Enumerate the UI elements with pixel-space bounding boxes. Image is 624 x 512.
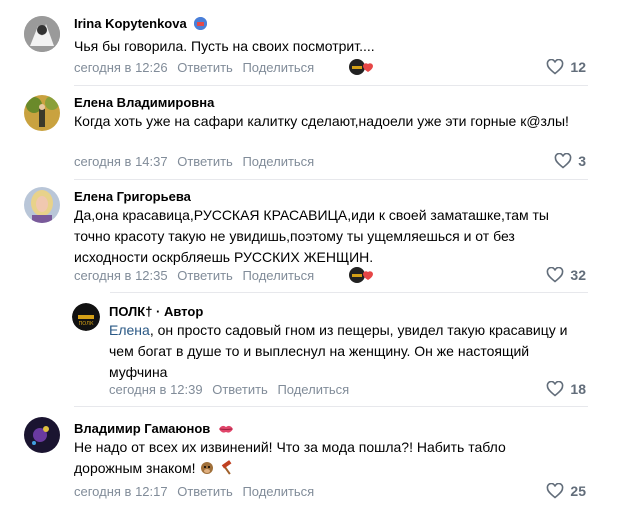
heart-icon bbox=[547, 381, 564, 397]
comment-text: Да,она красавица,РУССКАЯ КРАСАВИЦА,иди к… bbox=[74, 207, 549, 265]
like-button[interactable]: 25 bbox=[546, 483, 586, 499]
comment-text: Чья бы говорила. Пусть на своих посмотри… bbox=[74, 38, 375, 54]
comment-author[interactable]: Елена Григорьева bbox=[74, 189, 191, 204]
share-button[interactable]: Поделиться bbox=[242, 484, 314, 499]
lips-icon bbox=[218, 422, 234, 437]
reply-button[interactable]: Ответить bbox=[177, 268, 233, 283]
comment-meta: сегодня в 14:37 Ответить Поделиться bbox=[74, 154, 320, 169]
comment-time[interactable]: сегодня в 12:35 bbox=[74, 268, 168, 283]
comment-time[interactable]: сегодня в 12:26 bbox=[74, 60, 168, 75]
mention-link[interactable]: Елена bbox=[109, 322, 150, 338]
comment-author[interactable]: ПОЛК† · Автор bbox=[109, 304, 203, 319]
svg-text:ПОЛК: ПОЛК bbox=[78, 321, 93, 327]
comment-time[interactable]: сегодня в 12:17 bbox=[74, 484, 168, 499]
like-count: 32 bbox=[570, 267, 586, 283]
comment-time[interactable]: сегодня в 14:37 bbox=[74, 154, 168, 169]
like-button[interactable]: 12 bbox=[546, 59, 586, 75]
reply-button[interactable]: Ответить bbox=[177, 154, 233, 169]
share-button[interactable]: Поделиться bbox=[242, 60, 314, 75]
comment-text: Не надо от всех их извинений! Что за мод… bbox=[74, 437, 544, 482]
avatar[interactable] bbox=[24, 16, 60, 52]
comment-meta: сегодня в 12:39 Ответить Поделиться bbox=[109, 382, 355, 397]
comment-text: Когда хоть уже на сафари калитку сделают… bbox=[74, 113, 569, 129]
comment-author[interactable]: Irina Kopytenkova bbox=[74, 16, 208, 31]
avatar-badge-icon bbox=[194, 17, 208, 30]
like-count: 25 bbox=[570, 483, 586, 499]
divider bbox=[74, 406, 588, 407]
like-count: 12 bbox=[570, 59, 586, 75]
heart-icon bbox=[547, 483, 564, 499]
divider bbox=[74, 179, 588, 180]
comment-body: , он просто садовый гном из пещеры, увид… bbox=[109, 322, 568, 380]
divider bbox=[110, 292, 588, 293]
heart-icon bbox=[554, 153, 572, 169]
comment-time[interactable]: сегодня в 12:39 bbox=[109, 382, 203, 397]
comment-body: Не надо от всех их извинений! Что за мод… bbox=[74, 439, 506, 476]
avatar[interactable] bbox=[24, 417, 60, 453]
author-name[interactable]: Владимир Гамаюнов bbox=[74, 421, 210, 436]
share-button[interactable]: Поделиться bbox=[277, 382, 349, 397]
avatar[interactable] bbox=[24, 95, 60, 131]
reply-button[interactable]: Ответить bbox=[212, 382, 268, 397]
comment-meta: сегодня в 12:35 Ответить Поделиться bbox=[74, 268, 320, 283]
heart-icon bbox=[547, 59, 564, 75]
like-button[interactable]: 3 bbox=[554, 153, 586, 169]
comment-text: Елена, он просто садовый гном из пещеры,… bbox=[109, 320, 587, 383]
author-role: · Автор bbox=[152, 304, 204, 319]
like-count: 3 bbox=[578, 153, 586, 169]
heart-icon bbox=[547, 267, 564, 283]
reaction-avatar-icon[interactable] bbox=[348, 266, 376, 284]
avatar[interactable] bbox=[24, 187, 60, 223]
monkey-icon bbox=[199, 460, 215, 482]
comment-meta: сегодня в 12:26 Ответить Поделиться bbox=[74, 60, 320, 75]
like-button[interactable]: 32 bbox=[546, 267, 586, 283]
divider bbox=[74, 85, 588, 86]
avatar[interactable]: ПОЛК bbox=[72, 303, 100, 331]
reply-button[interactable]: Ответить bbox=[177, 60, 233, 75]
like-count: 18 bbox=[570, 381, 586, 397]
like-button[interactable]: 18 bbox=[546, 381, 586, 397]
hammer-icon bbox=[219, 460, 235, 482]
comment-author[interactable]: Елена Владимировна bbox=[74, 95, 214, 110]
comment-author[interactable]: Владимир Гамаюнов bbox=[74, 421, 234, 437]
reply-button[interactable]: Ответить bbox=[177, 484, 233, 499]
share-button[interactable]: Поделиться bbox=[242, 154, 314, 169]
author-name[interactable]: ПОЛК† bbox=[109, 304, 152, 319]
comment-meta: сегодня в 12:17 Ответить Поделиться bbox=[74, 484, 320, 499]
author-name[interactable]: Irina Kopytenkova bbox=[74, 16, 187, 31]
share-button[interactable]: Поделиться bbox=[242, 268, 314, 283]
reaction-avatar-icon[interactable] bbox=[348, 58, 376, 76]
